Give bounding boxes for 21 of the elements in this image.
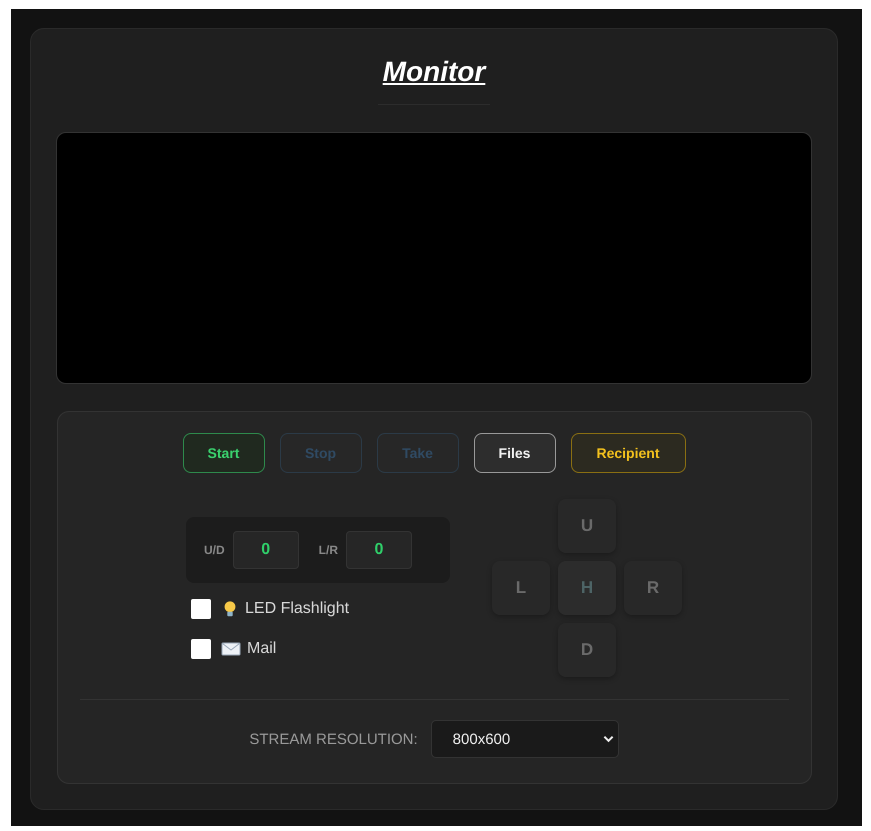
envelope-icon	[221, 641, 241, 657]
axis-label: U/D	[204, 543, 225, 557]
direction-button[interactable]: R	[624, 561, 682, 615]
option-label: Mail	[247, 640, 276, 658]
page-title: Monitor	[382, 55, 486, 89]
recipient-button[interactable]: Recipient	[570, 433, 686, 473]
direction-button[interactable]: D	[558, 623, 616, 677]
direction-button[interactable]: U	[558, 499, 616, 553]
resolution-select[interactable]: 800x600	[430, 720, 619, 758]
direction-button[interactable]: H	[558, 561, 616, 615]
start-button[interactable]: Start	[182, 433, 264, 473]
axis-value: 0	[232, 531, 299, 569]
resolution-label: STREAM RESOLUTION:	[249, 730, 418, 748]
files-button[interactable]: Files	[474, 433, 556, 473]
direction-button[interactable]: L	[492, 561, 550, 615]
axis-label: L/R	[318, 543, 338, 557]
option-label: LED Flashlight	[245, 600, 350, 618]
chevron-down-icon	[602, 735, 614, 743]
checkbox[interactable]	[191, 599, 211, 619]
axis-value: 0	[346, 531, 412, 569]
checkbox[interactable]	[191, 639, 211, 659]
